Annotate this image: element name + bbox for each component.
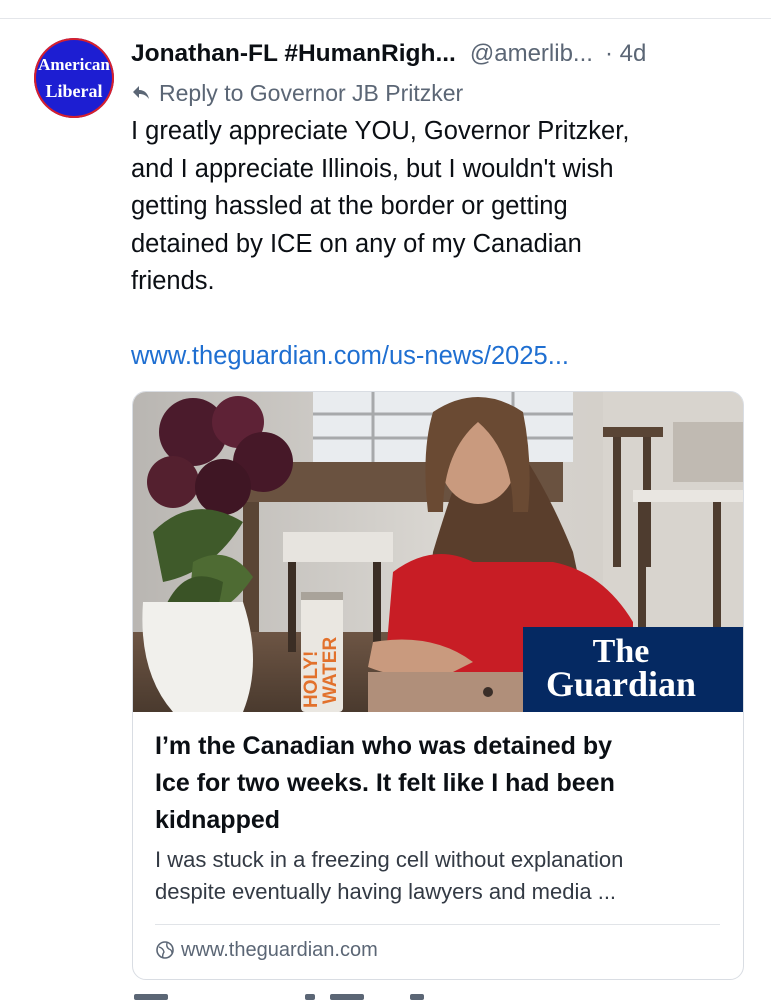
article-title-line: I’m the Canadian who was detained by xyxy=(155,732,613,760)
link-preview-card[interactable]: HOLY! WATER The Guardian I’m the Canadia… xyxy=(132,391,744,980)
card-divider xyxy=(155,924,720,925)
post-text-line: getting hassled at the border or getting xyxy=(131,192,568,220)
post-body: I greatly appreciate YOU, Governor Pritz… xyxy=(131,113,741,301)
like-action-icon[interactable] xyxy=(410,994,424,1000)
article-title: I’m the Canadian who was detained by Ice… xyxy=(155,728,725,839)
post-text-line: detained by ICE on any of my Canadian xyxy=(131,229,582,258)
post-text-line: friends. xyxy=(131,267,215,295)
post-text-line: I greatly appreciate YOU, Governor Pritz… xyxy=(131,117,630,145)
article-title-line: Ice for two weeks. It felt like I had be… xyxy=(155,769,615,797)
avatar-text-line2: Liberal xyxy=(45,81,103,101)
reply-action-icon[interactable] xyxy=(134,994,168,1000)
reply-to-text: Reply to Governor JB Pritzker xyxy=(159,79,464,106)
can-label-line2: WATER xyxy=(320,637,341,704)
article-domain: www.theguardian.com xyxy=(155,935,378,965)
avatar-text-line1: American xyxy=(38,55,110,74)
guardian-logo: The Guardian xyxy=(523,627,743,712)
repost-action-icon[interactable] xyxy=(305,994,315,1000)
article-thumbnail: HOLY! WATER The Guardian xyxy=(133,392,743,712)
repost-count-hint xyxy=(330,994,364,1000)
post-separator xyxy=(0,18,771,19)
can-label-line1: HOLY! xyxy=(301,651,322,708)
post-header: Jonathan-FL #HumanRigh... @amerlib... · … xyxy=(131,36,751,72)
author-display-name[interactable]: Jonathan-FL #HumanRigh... xyxy=(131,40,456,68)
author-avatar[interactable]: American Liberal xyxy=(34,38,114,118)
post-text-line: and I appreciate Illinois, but I wouldn'… xyxy=(131,154,614,183)
author-handle[interactable]: @amerlib... xyxy=(470,40,593,68)
article-title-line: kidnapped xyxy=(155,806,281,834)
globe-icon xyxy=(156,941,174,959)
reply-arrow-icon xyxy=(133,86,149,99)
article-description-line: I was stuck in a freezing cell without e… xyxy=(155,847,624,872)
post-url-link[interactable]: www.theguardian.com/us-news/2025... xyxy=(131,338,569,375)
reply-to-link[interactable]: Reply to Governor JB Pritzker xyxy=(131,77,463,109)
article-description: I was stuck in a freezing cell without e… xyxy=(155,844,730,908)
article-domain-text: www.theguardian.com xyxy=(181,938,378,961)
post-timestamp[interactable]: · 4d xyxy=(605,40,646,68)
article-description-line: despite eventually having lawyers and me… xyxy=(155,879,617,904)
guardian-logo-line2: Guardian xyxy=(546,664,696,704)
